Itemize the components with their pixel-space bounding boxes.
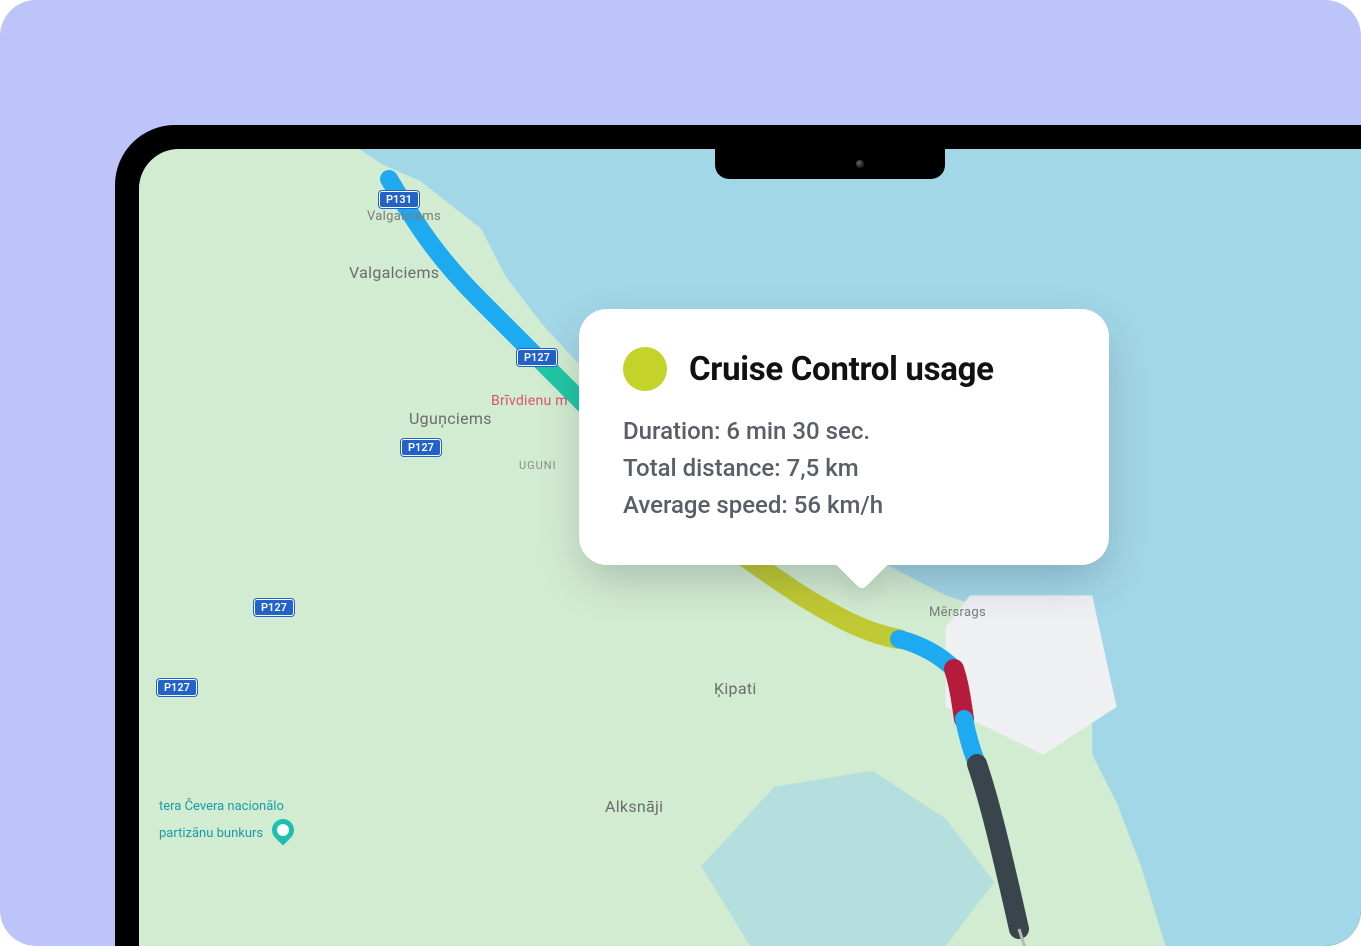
card-frame: P131 P127 P127 P127 P127 Valgalciems Val… [0, 0, 1361, 946]
place-label: Alksnāji [605, 797, 663, 816]
tooltip-value: 56 km/h [794, 491, 883, 519]
laptop-notch [715, 149, 945, 179]
laptop-bezel: P131 P127 P127 P127 P127 Valgalciems Val… [115, 125, 1361, 946]
tooltip-value: 6 min 30 sec. [726, 417, 870, 445]
road-shield: P127 [517, 349, 557, 366]
tooltip-label: Duration: [623, 417, 720, 445]
route-tooltip: Cruise Control usage Duration: 6 min 30 … [579, 309, 1109, 565]
road-shield: P127 [157, 679, 197, 696]
tooltip-label: Average speed: [623, 491, 788, 519]
tooltip-color-dot-icon [623, 347, 667, 391]
place-label: Ķipati [714, 679, 757, 698]
place-label-area: UGUNI [519, 459, 557, 472]
poi-text-line2: partizānu bunkurs [159, 826, 263, 841]
poi-pin-icon [268, 815, 299, 846]
road-shield: P127 [254, 599, 294, 616]
place-label-poi: Brīvdienu m [491, 393, 568, 409]
screen: P131 P127 P127 P127 P127 Valgalciems Val… [139, 149, 1361, 946]
tooltip-label: Total distance: [623, 454, 781, 482]
tooltip-row-speed: Average speed: 56 km/h [623, 487, 1065, 524]
poi-label[interactable]: tera Čevera nacionālo partizānu bunkurs [159, 799, 294, 843]
tooltip-value: 7,5 km [787, 454, 859, 482]
place-label: Mērsrags [929, 605, 986, 620]
place-label: Uguņciems [409, 409, 492, 428]
tooltip-title: Cruise Control usage [689, 350, 994, 389]
place-label: Valgalciems [349, 263, 439, 282]
route-segment-dark[interactable] [977, 764, 1019, 929]
poi-text-line1: tera Čevera nacionālo [159, 799, 284, 814]
road-shield: P131 [379, 191, 419, 208]
tooltip-row-duration: Duration: 6 min 30 sec. [623, 413, 1065, 450]
map-canvas[interactable]: P131 P127 P127 P127 P127 Valgalciems Val… [139, 149, 1361, 946]
tooltip-row-distance: Total distance: 7,5 km [623, 450, 1065, 487]
road-shield: P127 [401, 439, 441, 456]
place-label: Valgalciems [367, 209, 441, 224]
camera-dot-icon [856, 160, 864, 168]
